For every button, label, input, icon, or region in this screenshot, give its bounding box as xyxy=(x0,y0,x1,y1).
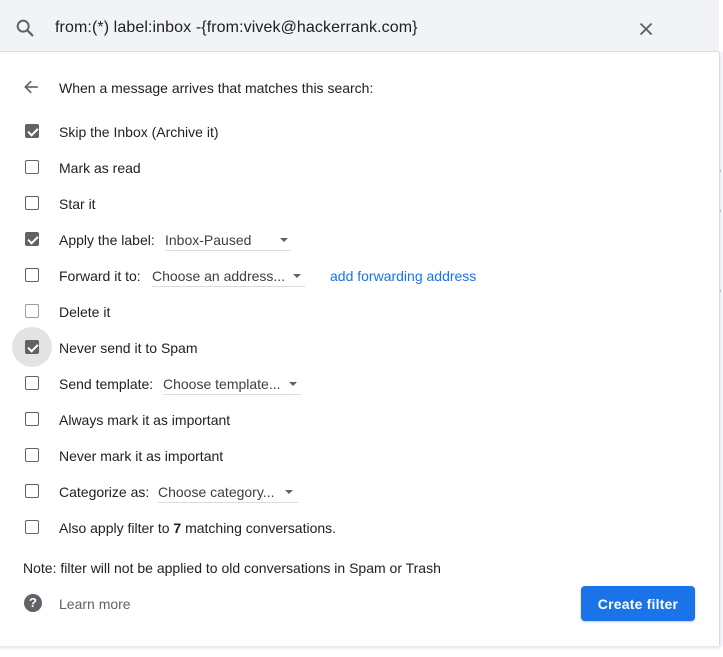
caret-down-icon xyxy=(280,238,288,242)
also-apply-label: Also apply filter to 7 matching conversa… xyxy=(59,520,336,536)
delete-checkbox[interactable] xyxy=(25,304,39,318)
mark-read-label: Mark as read xyxy=(59,160,141,176)
star-checkbox[interactable] xyxy=(25,196,39,210)
never-important-label: Never mark it as important xyxy=(59,448,224,464)
create-filter-button[interactable]: Create filter xyxy=(581,586,695,621)
never-important-checkbox[interactable] xyxy=(25,448,39,462)
categorize-label: Categorize as: xyxy=(59,484,150,500)
help-icon[interactable]: ? xyxy=(24,594,42,612)
send-template-label: Send template: xyxy=(59,376,154,392)
delete-label: Delete it xyxy=(59,304,111,320)
never-spam-checkbox[interactable] xyxy=(25,340,39,354)
apply-label-label: Apply the label: xyxy=(59,232,155,248)
back-arrow-icon[interactable] xyxy=(22,77,42,97)
caret-down-icon xyxy=(285,490,293,494)
never-spam-label: Never send it to Spam xyxy=(59,340,198,356)
forward-address-select[interactable]: Choose an address... xyxy=(152,268,305,287)
caret-down-icon xyxy=(289,382,297,386)
send-template-select-value: Choose template... xyxy=(163,376,281,392)
categorize-checkbox[interactable] xyxy=(25,484,39,498)
also-apply-checkbox[interactable] xyxy=(25,520,39,534)
filter-header-text: When a message arrives that matches this… xyxy=(59,80,374,96)
also-apply-prefix: Also apply filter to xyxy=(59,520,174,536)
categorize-select[interactable]: Choose category... xyxy=(158,484,298,503)
categorize-select-value: Choose category... xyxy=(158,484,275,500)
add-forwarding-address-link[interactable]: add forwarding address xyxy=(330,268,476,284)
apply-label-select[interactable]: Inbox-Paused xyxy=(165,232,291,251)
apply-label-checkbox[interactable] xyxy=(25,232,39,246)
send-template-select[interactable]: Choose template... xyxy=(163,376,301,395)
star-label: Star it xyxy=(59,196,96,212)
skip-inbox-label: Skip the Inbox (Archive it) xyxy=(59,124,219,140)
search-bar: from:(*) label:inbox -{from:vivek@hacker… xyxy=(0,0,719,52)
search-query-text[interactable]: from:(*) label:inbox -{from:vivek@hacker… xyxy=(55,19,418,37)
mark-read-checkbox[interactable] xyxy=(25,160,39,174)
forward-checkbox[interactable] xyxy=(25,268,39,282)
filter-note: Note: filter will not be applied to old … xyxy=(23,560,441,576)
also-apply-suffix: matching conversations. xyxy=(181,520,337,536)
search-icon[interactable] xyxy=(14,17,36,39)
send-template-checkbox[interactable] xyxy=(25,376,39,390)
apply-label-select-value: Inbox-Paused xyxy=(165,232,252,248)
forward-address-select-value: Choose an address... xyxy=(152,268,286,284)
close-icon[interactable] xyxy=(636,19,658,41)
skip-inbox-checkbox[interactable] xyxy=(25,124,39,138)
forward-label: Forward it to: xyxy=(59,268,141,284)
always-important-label: Always mark it as important xyxy=(59,412,231,428)
caret-down-icon xyxy=(293,274,301,278)
learn-more-link[interactable]: Learn more xyxy=(59,596,131,612)
always-important-checkbox[interactable] xyxy=(25,412,39,426)
